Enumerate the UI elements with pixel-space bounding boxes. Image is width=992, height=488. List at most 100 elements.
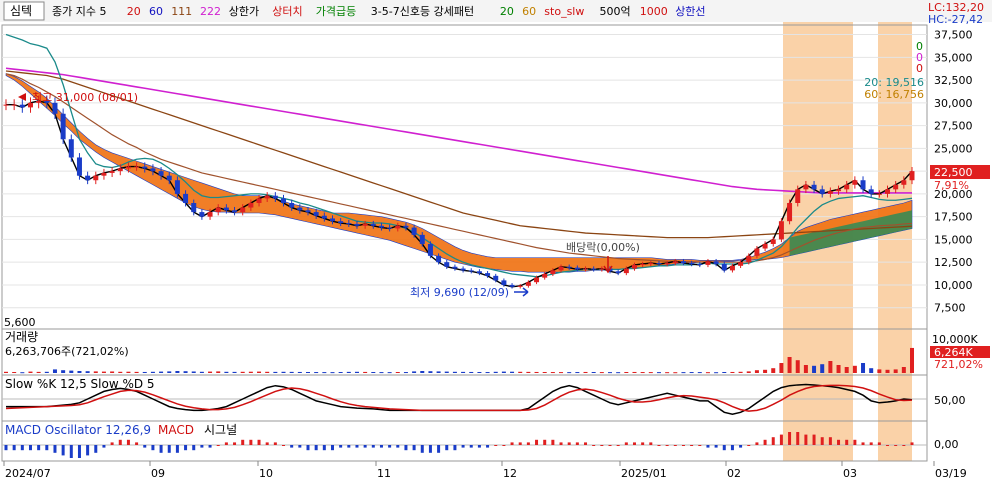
candle-body [313,212,319,216]
macd-bar [420,445,424,453]
macd-bar [722,445,726,451]
volume-bar [640,372,645,374]
candle-body [591,268,597,270]
x-tick-label: 2024/07 [5,467,51,480]
candle-body [583,268,589,270]
candle-body [223,207,229,211]
stoch-axis-label: 50,00 [934,394,966,407]
candle-body [852,180,858,185]
volume-bar [175,371,180,373]
volume-bar [697,372,702,374]
macd-bar [657,445,661,446]
candle-body [509,284,515,287]
macd-bar [110,442,114,445]
candle-body [664,263,670,265]
candle-body [174,180,180,194]
candle-body [3,104,9,106]
macd-bar [86,445,90,456]
volume-bar [208,371,213,373]
volume-bar [216,371,221,373]
macd-title-prefix: MACD Oscillator 12,26,9 [5,423,151,437]
volume-bar [420,371,425,373]
macd-bar [379,445,383,448]
macd-bar [681,445,685,446]
macd-bar [902,445,906,446]
macd-bar [437,445,441,453]
candle-body [166,175,172,181]
volume-bar [591,372,596,373]
candle-body [378,225,384,228]
candle-body [150,168,156,172]
volume-bar [28,371,33,373]
macd-bar [257,439,261,445]
candle-body [272,195,278,199]
macd-bar [102,445,106,448]
volume-bar [656,372,661,374]
volume-bar [893,369,898,373]
candle-body [338,221,344,224]
volume-bar [289,371,294,373]
macd-bar [820,437,824,445]
candle-body [395,225,401,229]
volume-bar [371,372,376,373]
macd-bar [77,445,81,458]
candle-body [125,166,131,169]
volume-bar [803,365,808,373]
indicator-legend: 종가 지수 5 20 60 111 222 상한가 상터치 가격급등 3-5-7신호등 강세패턴… [52,5,706,18]
macd-bar [804,434,808,445]
candle-body [485,273,491,276]
candle-body [901,180,907,185]
volume-bar [444,371,449,373]
volume-bar [599,372,604,374]
chart-canvas[interactable]: 심텍 종가 지수 5 20 60 111 222 상한가 상터치 가격급등 3-5-7신호등 강… [0,0,992,484]
price-tick-label: 35,000 [934,51,973,64]
macd-bar [649,442,653,445]
macd-bar [322,445,326,451]
x-tick-label: 11 [377,467,391,480]
candle-body [60,113,66,140]
x-tick-label: 10 [259,467,273,480]
volume-bar [297,371,302,373]
candle-body [697,263,703,265]
volume-bar [820,364,825,373]
macd-bar [796,432,800,445]
candle-body [599,268,605,270]
legend-item-10: 20 [500,5,514,18]
candle-body [321,215,327,219]
candle-body [403,225,409,228]
candle-body [713,261,719,264]
volume-bar [36,371,41,373]
volume-bar [199,371,204,373]
macd-title-signal: 시그널 [204,423,237,437]
candle-body [158,171,164,176]
macd-bar [167,445,171,453]
macd-bar [567,442,571,445]
candle-body [11,104,17,106]
candle-body [19,104,25,108]
candle-body [574,267,580,270]
volume-bar [722,372,727,373]
volume-bar [510,371,515,373]
candle-body [142,166,148,169]
candle-body [729,265,735,271]
candle-body [215,207,221,213]
volume-bar [428,371,433,373]
volume-bar [273,371,278,373]
volume-bar [485,372,490,374]
macd-bar [543,439,547,445]
volume-bar [110,371,115,373]
bottom-price-label: 5,600 [4,316,36,329]
volume-bar [632,371,637,373]
macd-bar [461,445,465,448]
volume-bar [330,372,335,374]
volume-bar [901,367,906,373]
volume-bar [795,360,800,373]
x-tick-label: 2025/01 [621,467,667,480]
volume-bar [665,372,670,374]
macd-bar [845,439,849,445]
volume-bar [159,371,164,373]
volume-bar [738,371,743,373]
volume-bar [338,372,343,373]
candle-body [517,285,523,287]
volume-bar [681,372,686,374]
